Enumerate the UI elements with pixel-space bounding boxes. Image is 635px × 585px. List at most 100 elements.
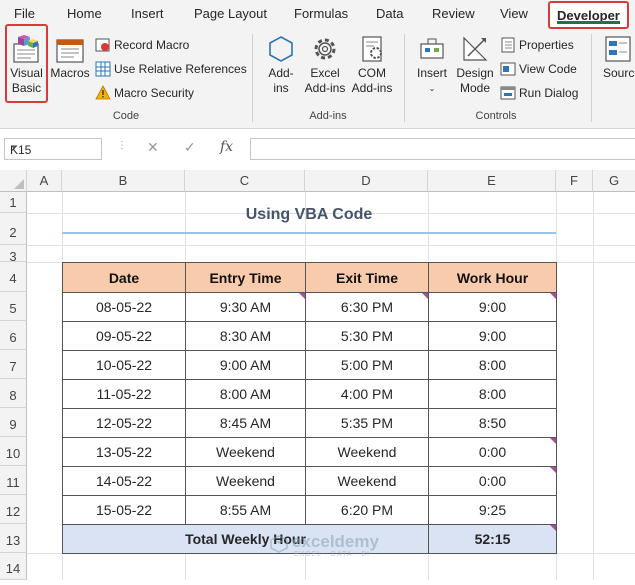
entry-time-value: 9:30 AM [219, 299, 272, 315]
exit-time-value: 6:30 PM [340, 299, 394, 315]
work-hour-cell[interactable]: 0:00 [428, 466, 557, 496]
name-box[interactable]: K15 ▼ [4, 138, 102, 160]
exit-time-cell[interactable]: Weekend [305, 437, 429, 467]
work-hour-cell[interactable]: 9:00 [428, 292, 557, 322]
row-header[interactable]: 5 [0, 292, 27, 321]
tab-developer[interactable]: Developer [548, 1, 629, 29]
column-header-c[interactable]: C [185, 170, 305, 192]
comment-indicator[interactable] [550, 438, 556, 444]
tab-file[interactable]: File [14, 6, 35, 21]
worksheet-grid[interactable]: A B C D E F G 1 2 3 4 5 6 7 8 9 10 11 12… [0, 170, 635, 580]
exit-time-cell[interactable]: 6:20 PM [305, 495, 429, 525]
entry-time-cell[interactable]: 8:00 AM [185, 379, 306, 409]
tab-page-layout[interactable]: Page Layout [194, 6, 267, 21]
date-cell[interactable]: 08-05-22 [62, 292, 186, 322]
column-header-e[interactable]: E [428, 170, 556, 192]
code-group-label: Code [112, 110, 140, 122]
entry-time-cell[interactable]: 8:45 AM [185, 408, 306, 438]
header-entry-time[interactable]: Entry Time [185, 262, 306, 293]
row-header[interactable]: 11 [0, 466, 27, 495]
com-add-ins-button[interactable]: COM Add-ins [349, 34, 395, 96]
comment-indicator[interactable] [422, 293, 428, 299]
row-header[interactable]: 4 [0, 262, 27, 292]
comment-indicator[interactable] [550, 525, 556, 531]
design-mode-button[interactable]: Design Mode [455, 34, 495, 96]
work-hour-value: 0:00 [478, 473, 507, 489]
tab-view[interactable]: View [500, 6, 528, 21]
work-hour-cell[interactable]: 0:00 [428, 437, 557, 467]
date-cell[interactable]: 10-05-22 [62, 350, 186, 380]
row-header[interactable]: 6 [0, 321, 27, 350]
work-hour-value: 8:00 [478, 357, 507, 373]
macros-button[interactable]: Macros [50, 34, 90, 81]
column-header-g[interactable]: G [593, 170, 635, 192]
work-hours-table: Date Entry Time Exit Time Work Hour 08-0… [62, 262, 557, 554]
exit-time-cell[interactable]: 5:35 PM [305, 408, 429, 438]
entry-time-cell[interactable]: 8:55 AM [185, 495, 306, 525]
source-button[interactable]: Source [597, 34, 635, 81]
source-label: Source [603, 66, 635, 80]
exit-time-cell[interactable]: 6:30 PM [305, 292, 429, 322]
comment-indicator[interactable] [550, 467, 556, 473]
select-all-corner[interactable] [0, 170, 27, 192]
add-ins-group-label: Add-ins [309, 110, 347, 122]
total-value-cell[interactable]: 52:15 [428, 524, 557, 554]
row-header[interactable]: 10 [0, 437, 27, 466]
row-header[interactable]: 3 [0, 245, 27, 264]
exit-time-cell[interactable]: Weekend [305, 466, 429, 496]
work-hour-value: 8:50 [478, 415, 507, 431]
date-cell[interactable]: 09-05-22 [62, 321, 186, 351]
date-cell[interactable]: 11-05-22 [62, 379, 186, 409]
date-value: 11-05-22 [96, 386, 152, 402]
comment-indicator[interactable] [299, 293, 305, 299]
tab-home[interactable]: Home [67, 6, 102, 21]
row-header[interactable]: 7 [0, 350, 27, 379]
date-cell[interactable]: 14-05-22 [62, 466, 186, 496]
tab-data[interactable]: Data [376, 6, 403, 21]
column-header-b[interactable]: B [62, 170, 185, 192]
row-header[interactable]: 13 [0, 524, 27, 553]
entry-time-cell[interactable]: Weekend [185, 466, 306, 496]
enter-icon[interactable]: ✓ [184, 139, 196, 156]
date-cell[interactable]: 12-05-22 [62, 408, 186, 438]
header-exit-time[interactable]: Exit Time [305, 262, 429, 293]
tab-insert[interactable]: Insert [131, 6, 164, 21]
formula-input[interactable] [250, 138, 635, 160]
row-header[interactable]: 2 [0, 213, 27, 245]
work-hour-cell[interactable]: 8:50 [428, 408, 557, 438]
chevron-down-icon[interactable]: ▼ [10, 143, 97, 152]
add-ins-button[interactable]: Add- ins [262, 34, 300, 96]
row-header[interactable]: 8 [0, 379, 27, 408]
work-hour-cell[interactable]: 9:00 [428, 321, 557, 351]
entry-time-cell[interactable]: 8:30 AM [185, 321, 306, 351]
com-add-ins-icon [362, 36, 382, 62]
date-cell[interactable]: 15-05-22 [62, 495, 186, 525]
row-header[interactable]: 9 [0, 408, 27, 437]
row-header[interactable]: 12 [0, 495, 27, 524]
exit-time-cell[interactable]: 5:30 PM [305, 321, 429, 351]
work-hour-cell[interactable]: 8:00 [428, 350, 557, 380]
tab-formulas[interactable]: Formulas [294, 6, 348, 21]
entry-time-cell[interactable]: Weekend [185, 437, 306, 467]
entry-time-cell[interactable]: 9:00 AM [185, 350, 306, 380]
excel-add-ins-button[interactable]: Excel Add-ins [302, 34, 348, 96]
column-header-f[interactable]: F [556, 170, 593, 192]
row-header[interactable]: 14 [0, 553, 27, 580]
entry-time-cell[interactable]: 9:30 AM [185, 292, 306, 322]
comment-indicator[interactable] [550, 293, 556, 299]
insert-control-button[interactable]: Insert ⌄ [413, 34, 451, 96]
exit-time-cell[interactable]: 5:00 PM [305, 350, 429, 380]
row-header[interactable]: 1 [0, 192, 27, 213]
column-header-a[interactable]: A [27, 170, 62, 192]
tab-review[interactable]: Review [432, 6, 475, 21]
cancel-icon[interactable]: ✕ [147, 139, 159, 156]
header-work-hour[interactable]: Work Hour [428, 262, 557, 293]
work-hour-cell[interactable]: 9:25 [428, 495, 557, 525]
insert-function-icon[interactable]: fx [220, 139, 233, 155]
exit-time-value: 4:00 PM [340, 386, 394, 402]
header-date[interactable]: Date [62, 262, 186, 293]
date-cell[interactable]: 13-05-22 [62, 437, 186, 467]
work-hour-cell[interactable]: 8:00 [428, 379, 557, 409]
column-header-d[interactable]: D [305, 170, 428, 192]
exit-time-cell[interactable]: 4:00 PM [305, 379, 429, 409]
